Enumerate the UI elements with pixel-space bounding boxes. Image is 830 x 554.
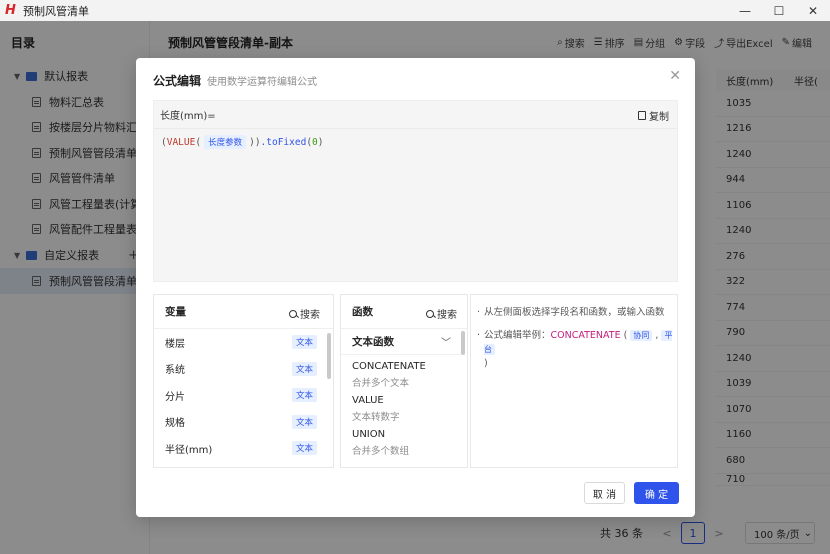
title-bar: H 预制风管清单 — ☐ ✕ [0,0,830,21]
formula-text[interactable]: ( VALUE ( 长度参数 )) .toFixed ( 0 ) [161,135,324,149]
function-category-label: 文本函数 [352,336,394,348]
help-example-prefix: 公式编辑举例： [484,330,551,341]
variable-item[interactable]: 规格 文本 [154,409,333,436]
confirm-button[interactable]: 确 定 [634,482,679,504]
variable-item[interactable]: 半径(mm) 文本 [154,435,333,462]
variables-scrollbar[interactable] [327,333,331,379]
variables-panel: 变量 搜索 楼层 文本 系统 文本 分片 文本 规格 文本 半径(mm) 文本 [153,294,334,468]
chevron-down-icon: ﹀ [441,338,451,349]
variable-item[interactable]: 系统 文本 [154,356,333,383]
function-name: CONCATENATE [352,361,426,372]
variable-name: 半径(mm) [165,444,213,456]
function-desc: 文本转数字 [352,412,400,423]
copy-icon [638,111,646,120]
search-icon [426,309,434,318]
formula-editor[interactable]: 长度(mm)= 复制 ( VALUE ( 长度参数 )) .toFixed ( … [153,100,678,282]
window-controls: — ☐ ✕ [728,0,830,21]
function-item[interactable]: VALUE 文本转数字 [341,389,467,423]
copy-button[interactable]: 复制 [638,108,669,123]
help-example-function: CONCATENATE [550,330,621,341]
search-label: 搜索 [437,310,457,321]
window-title: 预制风管清单 [23,4,89,18]
help-example-paren: ) [484,358,488,369]
close-icon[interactable]: ✕ [669,68,681,84]
formula-variable-tag[interactable]: 长度参数 [204,135,247,149]
search-label: 搜索 [300,310,320,321]
functions-panel: 函数 搜索 文本函数 ﹀ CONCATENATE 合并多个文本 VALUE 文本… [340,294,468,468]
formula-edit-dialog: 公式编辑 使用数学运算符编辑公式 ✕ 长度(mm)= 复制 ( VALUE ( … [136,58,695,517]
function-desc: 合并多个文本 [352,378,410,389]
maximize-button[interactable]: ☐ [762,0,796,21]
help-text: 从左侧面板选择字段名和函数，或输入函数 [475,306,665,320]
help-example-paren: ( [623,330,628,341]
formula-paren: ) [317,136,324,148]
formula-paren: ( [195,136,202,148]
variable-name: 规格 [165,418,185,430]
variable-name: 分片 [165,391,185,403]
variable-name: 楼层 [165,338,185,350]
copy-label: 复制 [649,112,669,123]
variable-type-badge: 文本 [291,441,317,456]
variable-item[interactable]: 楼层 文本 [154,329,333,356]
functions-search-button[interactable]: 搜索 [426,306,457,321]
dialog-title: 公式编辑 [153,74,202,88]
cancel-button[interactable]: 取 消 [584,482,625,504]
variable-item[interactable]: 分片 文本 [154,382,333,409]
variable-type-badge: 文本 [291,388,317,403]
function-item[interactable]: UNION 合并多个数组 [341,423,467,457]
function-name: UNION [352,429,386,440]
functions-title: 函数 [352,306,373,318]
field-label: 长度(mm)= [160,111,216,122]
function-desc: 合并多个数组 [352,446,410,457]
close-window-button[interactable]: ✕ [796,0,830,21]
help-example-arg: 协同 [630,330,653,341]
help-panel: 从左侧面板选择字段名和函数，或输入函数 公式编辑举例：CONCATENATE (… [470,294,678,468]
help-example: 公式编辑举例：CONCATENATE ( 协同 , 平台 ) [475,329,675,371]
formula-method: .toFixed [260,136,307,148]
search-icon [289,309,297,318]
variable-type-badge: 文本 [291,361,317,376]
function-category[interactable]: 文本函数 ﹀ [341,329,461,355]
formula-paren: )) [249,136,261,148]
function-name: VALUE [352,395,384,406]
variable-type-badge: 文本 [291,335,317,350]
variables-title: 变量 [165,306,186,318]
variables-search-button[interactable]: 搜索 [289,306,320,321]
help-example-sep: , [655,330,659,341]
functions-scrollbar[interactable] [461,331,465,355]
variable-type-badge: 文本 [291,414,317,429]
formula-function: VALUE [166,136,196,148]
variable-name: 系统 [165,365,185,377]
dialog-header: 公式编辑 使用数学运算符编辑公式 [153,72,317,88]
editor-header: 长度(mm)= [154,101,677,129]
minimize-button[interactable]: — [728,0,762,21]
app-logo-icon: H [5,2,16,18]
dialog-subtitle: 使用数学运算符编辑公式 [207,77,318,88]
function-item[interactable]: CONCATENATE 合并多个文本 [341,355,467,389]
